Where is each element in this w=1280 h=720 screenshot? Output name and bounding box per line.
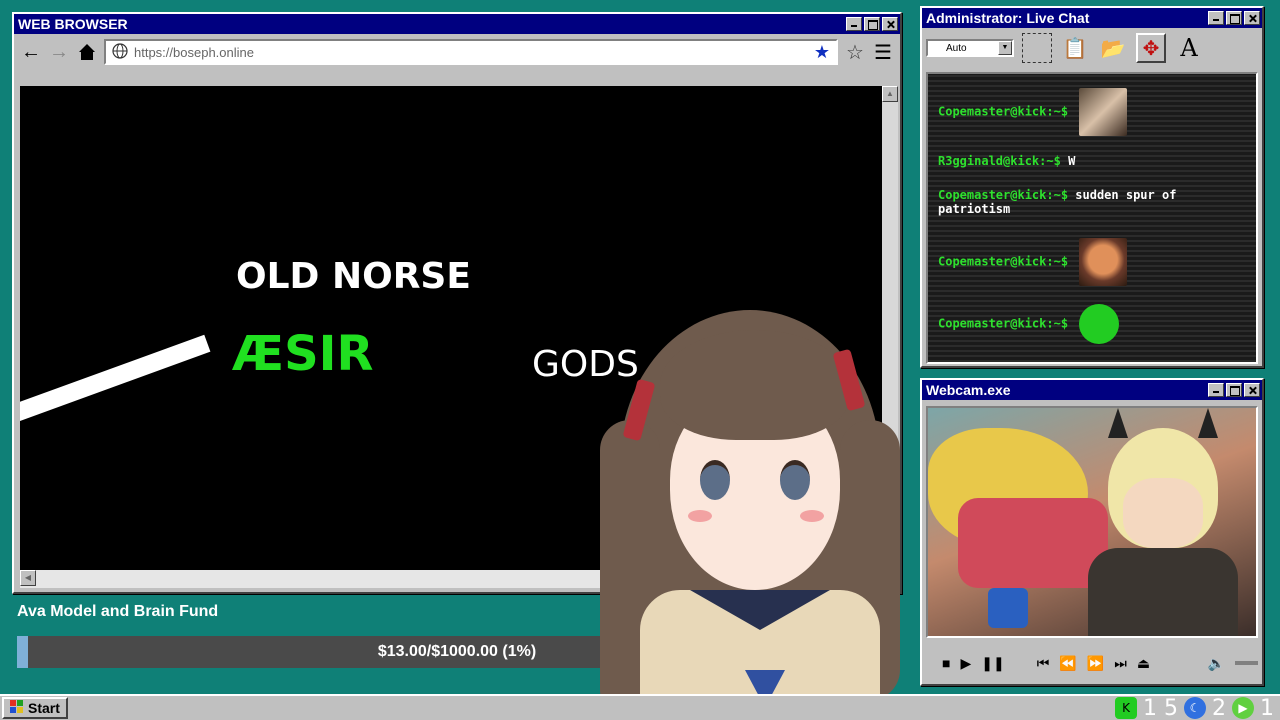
- close-button[interactable]: [1244, 383, 1260, 397]
- video-text-old-norse: OLD NORSE: [236, 256, 471, 297]
- chat-log[interactable]: Copemaster@kick:~$ R3gginald@kick:~$ W C…: [926, 72, 1258, 364]
- chat-message: Copemaster@kick:~$: [938, 88, 1128, 136]
- chat-text: sudden spur of: [1075, 188, 1177, 202]
- minimize-button[interactable]: [1208, 11, 1224, 25]
- eject-icon[interactable]: ⏏: [1137, 655, 1150, 672]
- chat-text: patriotism: [938, 202, 1011, 216]
- volume-icon[interactable]: 🔈: [1208, 655, 1225, 672]
- close-button[interactable]: [1244, 11, 1260, 25]
- media-controls: ■ ▶ ❚❚ ⏮ ⏪ ⏩ ⏭ ⏏ 🔈: [926, 646, 1258, 680]
- close-button[interactable]: [882, 17, 898, 31]
- start-label: Start: [28, 700, 60, 716]
- chat-username: R3gginald@kick:~$: [938, 154, 1061, 168]
- vtuber-avatar: [600, 300, 920, 720]
- copy-icon[interactable]: 📋: [1060, 33, 1090, 63]
- tray-count-2: 2: [1212, 695, 1226, 720]
- chat-toolbar: Auto ▼ 📋 📂 ✥ A: [922, 28, 1262, 68]
- rewind-icon[interactable]: ⏪: [1059, 655, 1076, 672]
- chat-username: Copemaster@kick:~$: [938, 104, 1069, 119]
- play-circle-icon[interactable]: ▶: [1232, 697, 1254, 719]
- chat-titlebar[interactable]: Administrator: Live Chat: [922, 8, 1262, 28]
- video-text-aesir: ÆSIR: [232, 326, 374, 382]
- chat-username: Copemaster@kick:~$: [938, 188, 1069, 202]
- scroll-up-icon[interactable]: ▲: [882, 86, 898, 102]
- maximize-button[interactable]: [1226, 11, 1242, 25]
- play-icon[interactable]: ▶: [960, 655, 971, 672]
- webcam-title: Webcam.exe: [926, 382, 1011, 398]
- maximize-button[interactable]: [864, 17, 880, 31]
- font-icon[interactable]: A: [1174, 33, 1204, 63]
- chat-text: W: [1068, 154, 1076, 168]
- webcam-titlebar[interactable]: Webcam.exe: [922, 380, 1262, 400]
- chat-username: Copemaster@kick:~$: [938, 254, 1069, 269]
- minimize-button[interactable]: [846, 17, 862, 31]
- chevron-down-icon[interactable]: ▼: [998, 41, 1012, 55]
- start-button[interactable]: Start: [2, 697, 68, 719]
- webcam-window: Webcam.exe ■ ▶ ❚❚ ⏮ ⏪ ⏩ ⏭ ⏏ 🔈: [920, 378, 1264, 686]
- volume-slider[interactable]: [1235, 661, 1258, 665]
- tray-count-1: 1 5: [1143, 695, 1178, 720]
- windows-logo-icon: [10, 699, 24, 717]
- scroll-left-icon[interactable]: ◀: [20, 570, 36, 586]
- move-icon[interactable]: ✥: [1136, 33, 1166, 63]
- chat-username: Copemaster@kick:~$: [938, 316, 1069, 331]
- decorative-stroke: [20, 334, 211, 424]
- maximize-button[interactable]: [1226, 383, 1242, 397]
- chat-message: Copemaster@kick:~$: [938, 238, 1128, 286]
- chat-message: Copemaster@kick:~$: [938, 304, 1120, 344]
- skip-forward-icon[interactable]: ⏭: [1114, 655, 1127, 672]
- globe-icon: [112, 42, 128, 62]
- selection-icon[interactable]: [1022, 33, 1052, 63]
- minimize-button[interactable]: [1208, 383, 1224, 397]
- auto-select-value: Auto: [946, 42, 967, 54]
- webcam-view: [926, 406, 1258, 638]
- skip-back-icon[interactable]: ⏮: [1037, 655, 1050, 672]
- auto-select[interactable]: Auto ▼: [926, 39, 1014, 57]
- shouting-face-emote-icon: [1079, 238, 1128, 286]
- url-text: https://boseph.online: [134, 44, 254, 60]
- browser-navbar: ← → https://boseph.online ★ ☆ ☰: [14, 34, 900, 70]
- browser-title: WEB BROWSER: [18, 16, 128, 32]
- green-blob-emote-icon: [1079, 304, 1120, 344]
- address-bar[interactable]: https://boseph.online ★: [104, 39, 838, 65]
- tray-count-3: 1: [1260, 695, 1274, 720]
- fast-forward-icon[interactable]: ⏩: [1087, 655, 1104, 672]
- moon-icon[interactable]: ☾: [1184, 697, 1206, 719]
- photo-emote-icon: [1079, 88, 1128, 136]
- home-icon[interactable]: [76, 41, 98, 63]
- system-tray: K 1 5 ☾ 2 ▶ 1: [1115, 696, 1274, 720]
- fund-title: Ava Model and Brain Fund: [17, 603, 219, 620]
- chat-message: Copemaster@kick:~$ sudden spur of patrio…: [938, 188, 1176, 216]
- clipboard-icon[interactable]: 📂: [1098, 33, 1128, 63]
- hamburger-menu-icon[interactable]: ☰: [872, 41, 894, 64]
- pause-icon[interactable]: ❚❚: [981, 655, 1004, 672]
- star-outline-icon[interactable]: ☆: [844, 41, 866, 64]
- forward-arrow-icon[interactable]: →: [48, 41, 70, 63]
- bookmark-star-icon[interactable]: ★: [814, 42, 830, 63]
- stop-icon[interactable]: ■: [942, 655, 950, 671]
- back-arrow-icon[interactable]: ←: [20, 41, 42, 63]
- kick-icon[interactable]: K: [1115, 697, 1137, 719]
- browser-titlebar[interactable]: WEB BROWSER: [14, 14, 900, 34]
- chat-title: Administrator: Live Chat: [926, 10, 1090, 26]
- taskbar: Start K 1 5 ☾ 2 ▶ 1: [0, 694, 1280, 720]
- live-chat-window: Administrator: Live Chat Auto ▼ 📋 📂 ✥ A …: [920, 6, 1264, 368]
- chat-message: R3gginald@kick:~$ W: [938, 154, 1075, 168]
